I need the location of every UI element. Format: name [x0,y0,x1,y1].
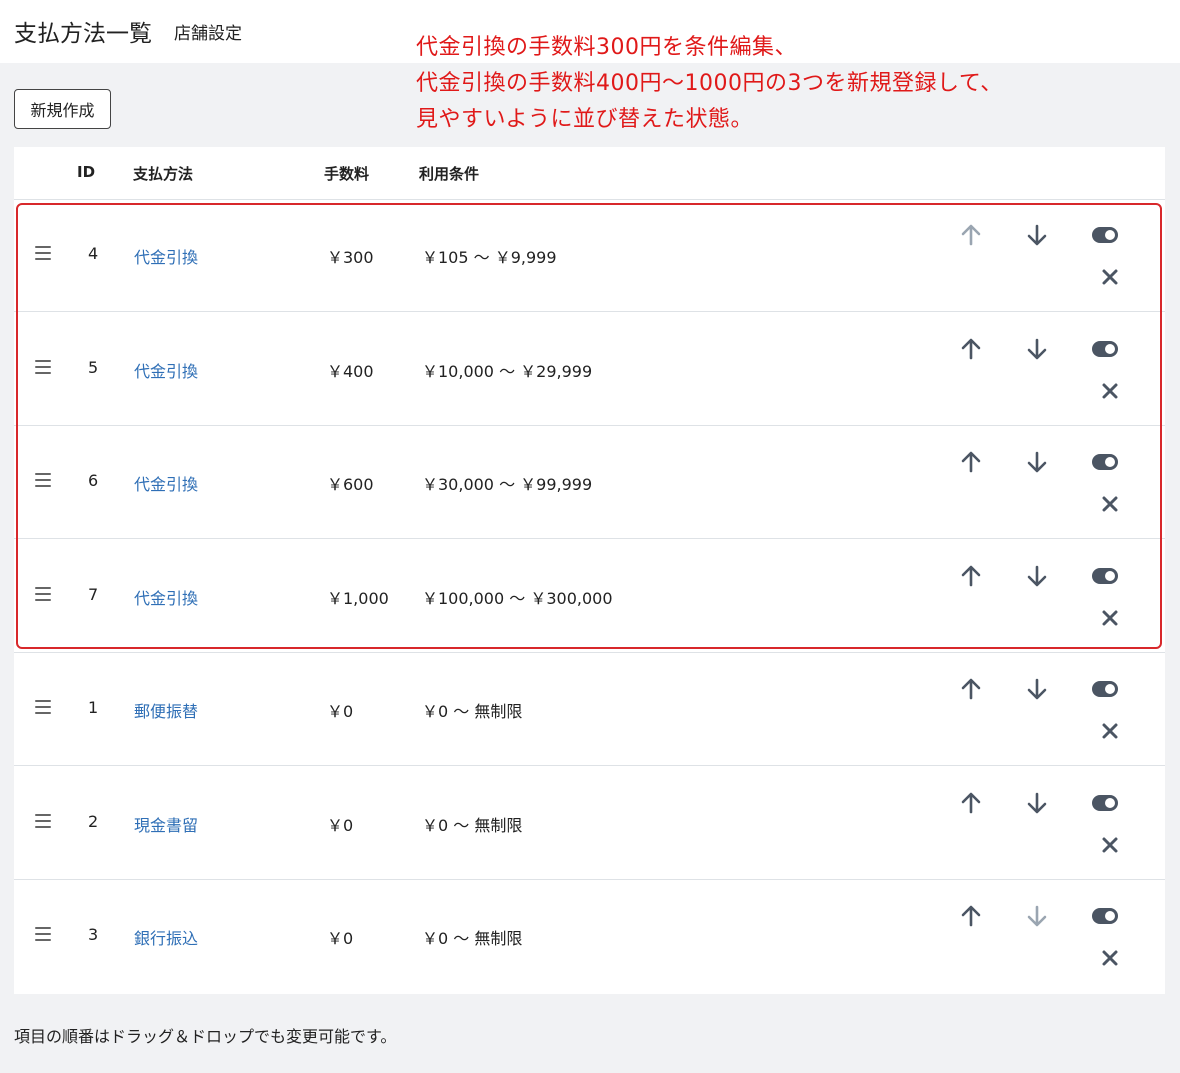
close-icon[interactable] [1101,609,1119,631]
row-fee: ￥300 [327,248,374,267]
arrow-down-icon[interactable] [1026,791,1048,819]
close-icon[interactable] [1101,268,1119,290]
table-row[interactable]: 7 代金引換 ￥1,000 ￥100,000 〜 ￥300,000 [14,540,1165,653]
arrow-down-icon[interactable] [1026,677,1048,705]
row-id: 6 [88,471,99,490]
table-row[interactable]: 2 現金書留 ￥0 ￥0 〜 無制限 [14,767,1165,880]
method-link[interactable]: 代金引換 [134,471,198,495]
row-condition: ￥105 〜 ￥9,999 [422,248,557,267]
payment-methods-table: ID 支払方法 手数料 利用条件 4 代金引換 ￥300 ￥105 〜 ￥9,9… [14,147,1165,994]
drag-handle-icon[interactable] [35,246,51,260]
close-icon[interactable] [1101,836,1119,858]
toggle-icon[interactable] [1091,340,1119,362]
arrow-down-icon[interactable] [1026,337,1048,365]
row-fee: ￥0 [327,815,354,835]
arrow-down-icon[interactable] [1026,564,1048,592]
row-fee: ￥400 [327,361,374,381]
arrow-up-icon[interactable] [960,337,982,365]
arrow-up-icon[interactable] [960,564,982,592]
table-row[interactable]: 5 代金引換 ￥400 ￥10,000 〜 ￥29,999 [14,313,1165,426]
arrow-down-icon[interactable] [1026,223,1048,251]
annotation-note: 代金引換の手数料300円を条件編集、 代金引換の手数料400円〜1000円の3つ… [416,30,1003,138]
arrow-up-icon[interactable] [960,450,982,478]
row-condition: ￥0 〜 無制限 [422,815,523,835]
close-icon[interactable] [1101,382,1119,404]
row-id: 1 [88,698,99,717]
row-id: 2 [88,811,99,831]
row-fee: ￥600 [327,475,374,494]
close-icon[interactable] [1101,495,1119,517]
table-row[interactable]: 3 銀行振込 ￥0 ￥0 〜 無制限 [14,880,1165,993]
row-id: 7 [88,584,99,604]
page-title: 支払方法一覧 [14,21,152,47]
footer-note: 項目の順番はドラッグ＆ドロップでも変更可能です。 [14,1027,397,1046]
drag-handle-icon[interactable] [35,586,51,601]
toggle-icon[interactable] [1091,567,1119,589]
arrow-up-icon[interactable] [960,791,982,819]
arrow-up-icon[interactable] [960,904,982,932]
toggle-icon[interactable] [1091,680,1119,702]
row-condition: ￥0 〜 無制限 [422,702,523,721]
toggle-icon[interactable] [1091,794,1119,816]
method-link[interactable]: 銀行振込 [134,925,198,949]
toggle-icon[interactable] [1091,453,1119,475]
drag-handle-icon[interactable] [35,813,51,828]
row-fee: ￥1,000 [327,588,389,608]
toggle-icon[interactable] [1091,226,1119,248]
arrow-down-icon[interactable] [1026,450,1048,478]
annotation-line: 代金引換の手数料400円〜1000円の3つを新規登録して、 [416,71,1003,96]
method-link[interactable]: 代金引換 [134,585,198,609]
row-condition: ￥0 〜 無制限 [422,929,523,948]
row-condition: ￥30,000 〜 ￥99,999 [422,475,593,494]
row-fee: ￥0 [327,702,354,721]
method-link[interactable]: 代金引換 [134,358,198,382]
table-row[interactable]: 1 郵便振替 ￥0 ￥0 〜 無制限 [14,653,1165,766]
row-condition: ￥10,000 〜 ￥29,999 [422,361,593,381]
arrow-up-icon [960,223,982,251]
arrow-up-icon[interactable] [960,677,982,705]
method-link[interactable]: 郵便振替 [134,698,198,722]
method-link[interactable]: 代金引換 [134,244,198,268]
drag-handle-icon[interactable] [35,700,51,714]
row-id: 4 [88,244,99,263]
column-header-fee: 手数料 [324,165,370,183]
arrow-down-icon [1026,904,1048,932]
row-id: 3 [88,925,99,944]
close-icon[interactable] [1101,722,1119,744]
table-header: ID 支払方法 手数料 利用条件 [14,147,1165,200]
close-icon[interactable] [1101,949,1119,971]
row-fee: ￥0 [327,929,354,948]
drag-handle-icon[interactable] [35,359,51,374]
table-row[interactable]: 4 代金引換 ￥300 ￥105 〜 ￥9,999 [14,199,1165,312]
row-condition: ￥100,000 〜 ￥300,000 [422,588,613,608]
method-link[interactable]: 現金書留 [134,812,198,836]
drag-handle-icon[interactable] [35,927,51,941]
table-row[interactable]: 6 代金引換 ￥600 ￥30,000 〜 ￥99,999 [14,426,1165,539]
new-button[interactable]: 新規作成 [14,89,111,129]
row-id: 5 [88,357,99,377]
page-subtitle: 店舗設定 [174,24,242,44]
annotation-line: 代金引換の手数料300円を条件編集、 [416,35,797,60]
column-header-condition: 利用条件 [419,165,480,183]
toggle-icon[interactable] [1091,907,1119,929]
drag-handle-icon[interactable] [35,473,51,487]
column-header-id: ID [77,163,96,181]
annotation-line: 見やすいように並び替えた状態。 [416,107,754,132]
column-header-method: 支払方法 [133,165,194,183]
